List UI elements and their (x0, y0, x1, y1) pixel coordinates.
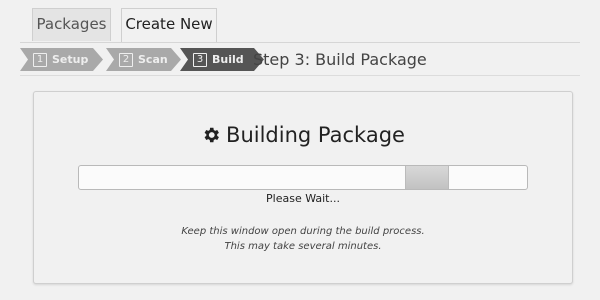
step-scan: 2 Scan (106, 48, 181, 71)
wait-text: Please Wait... (266, 192, 340, 205)
build-panel: Building Package Please Wait... Keep thi… (33, 91, 573, 284)
progress-indicator (404, 166, 450, 189)
divider (20, 75, 580, 76)
step-number: 3 (193, 52, 207, 67)
step-title: Step 3: Build Package (253, 50, 427, 69)
build-note-line: Keep this window open during the build p… (181, 226, 425, 237)
panel-heading: Building Package (34, 123, 572, 147)
wizard-steps: 1 Setup 2 Scan 3 Build Step 3: Build Pac… (20, 48, 580, 71)
build-note: Keep this window open during the build p… (34, 224, 572, 254)
step-build: 3 Build (180, 48, 264, 71)
step-label: Setup (52, 53, 89, 66)
step-number: 2 (119, 52, 133, 67)
step-label: Build (212, 53, 244, 66)
panel-heading-text: Building Package (226, 123, 405, 147)
step-setup: 1 Setup (20, 48, 103, 71)
tab-create-new[interactable]: Create New (121, 8, 217, 42)
build-note-line: This may take several minutes. (224, 241, 382, 252)
tab-bar: Packages Create New (20, 0, 580, 43)
progress-bar (78, 165, 528, 190)
tab-packages[interactable]: Packages (32, 8, 111, 41)
gear-icon (204, 127, 219, 143)
step-number: 1 (33, 52, 47, 67)
step-label: Scan (138, 53, 168, 66)
